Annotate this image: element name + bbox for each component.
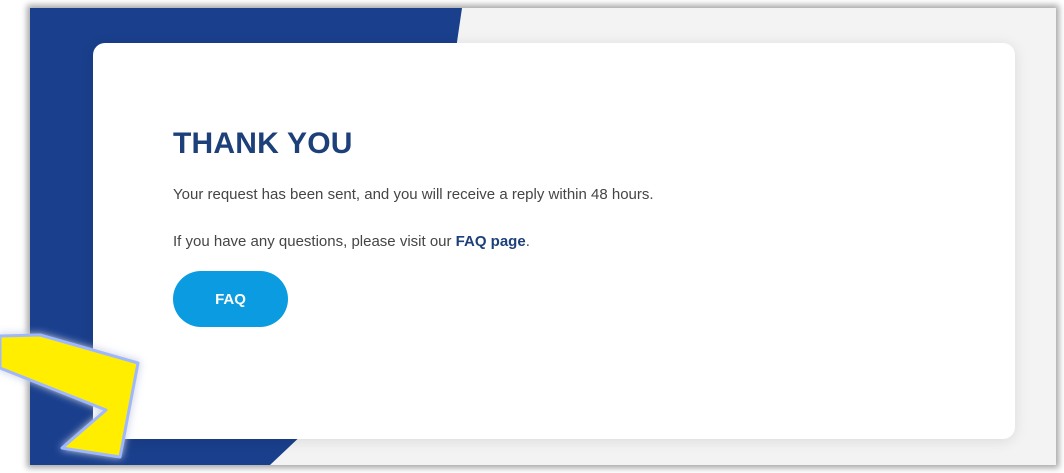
- faq-message-prefix: If you have any questions, please visit …: [173, 233, 456, 250]
- confirmation-message: Your request has been sent, and you will…: [173, 186, 654, 203]
- faq-button[interactable]: FAQ: [173, 271, 288, 327]
- faq-message: If you have any questions, please visit …: [173, 233, 530, 250]
- page-title: THANK YOU: [173, 127, 353, 160]
- faq-page-link[interactable]: FAQ page: [456, 233, 526, 250]
- confirmation-card: THANK YOU Your request has been sent, an…: [93, 43, 1015, 439]
- page-frame: THANK YOU Your request has been sent, an…: [30, 8, 1056, 465]
- faq-message-suffix: .: [525, 233, 530, 250]
